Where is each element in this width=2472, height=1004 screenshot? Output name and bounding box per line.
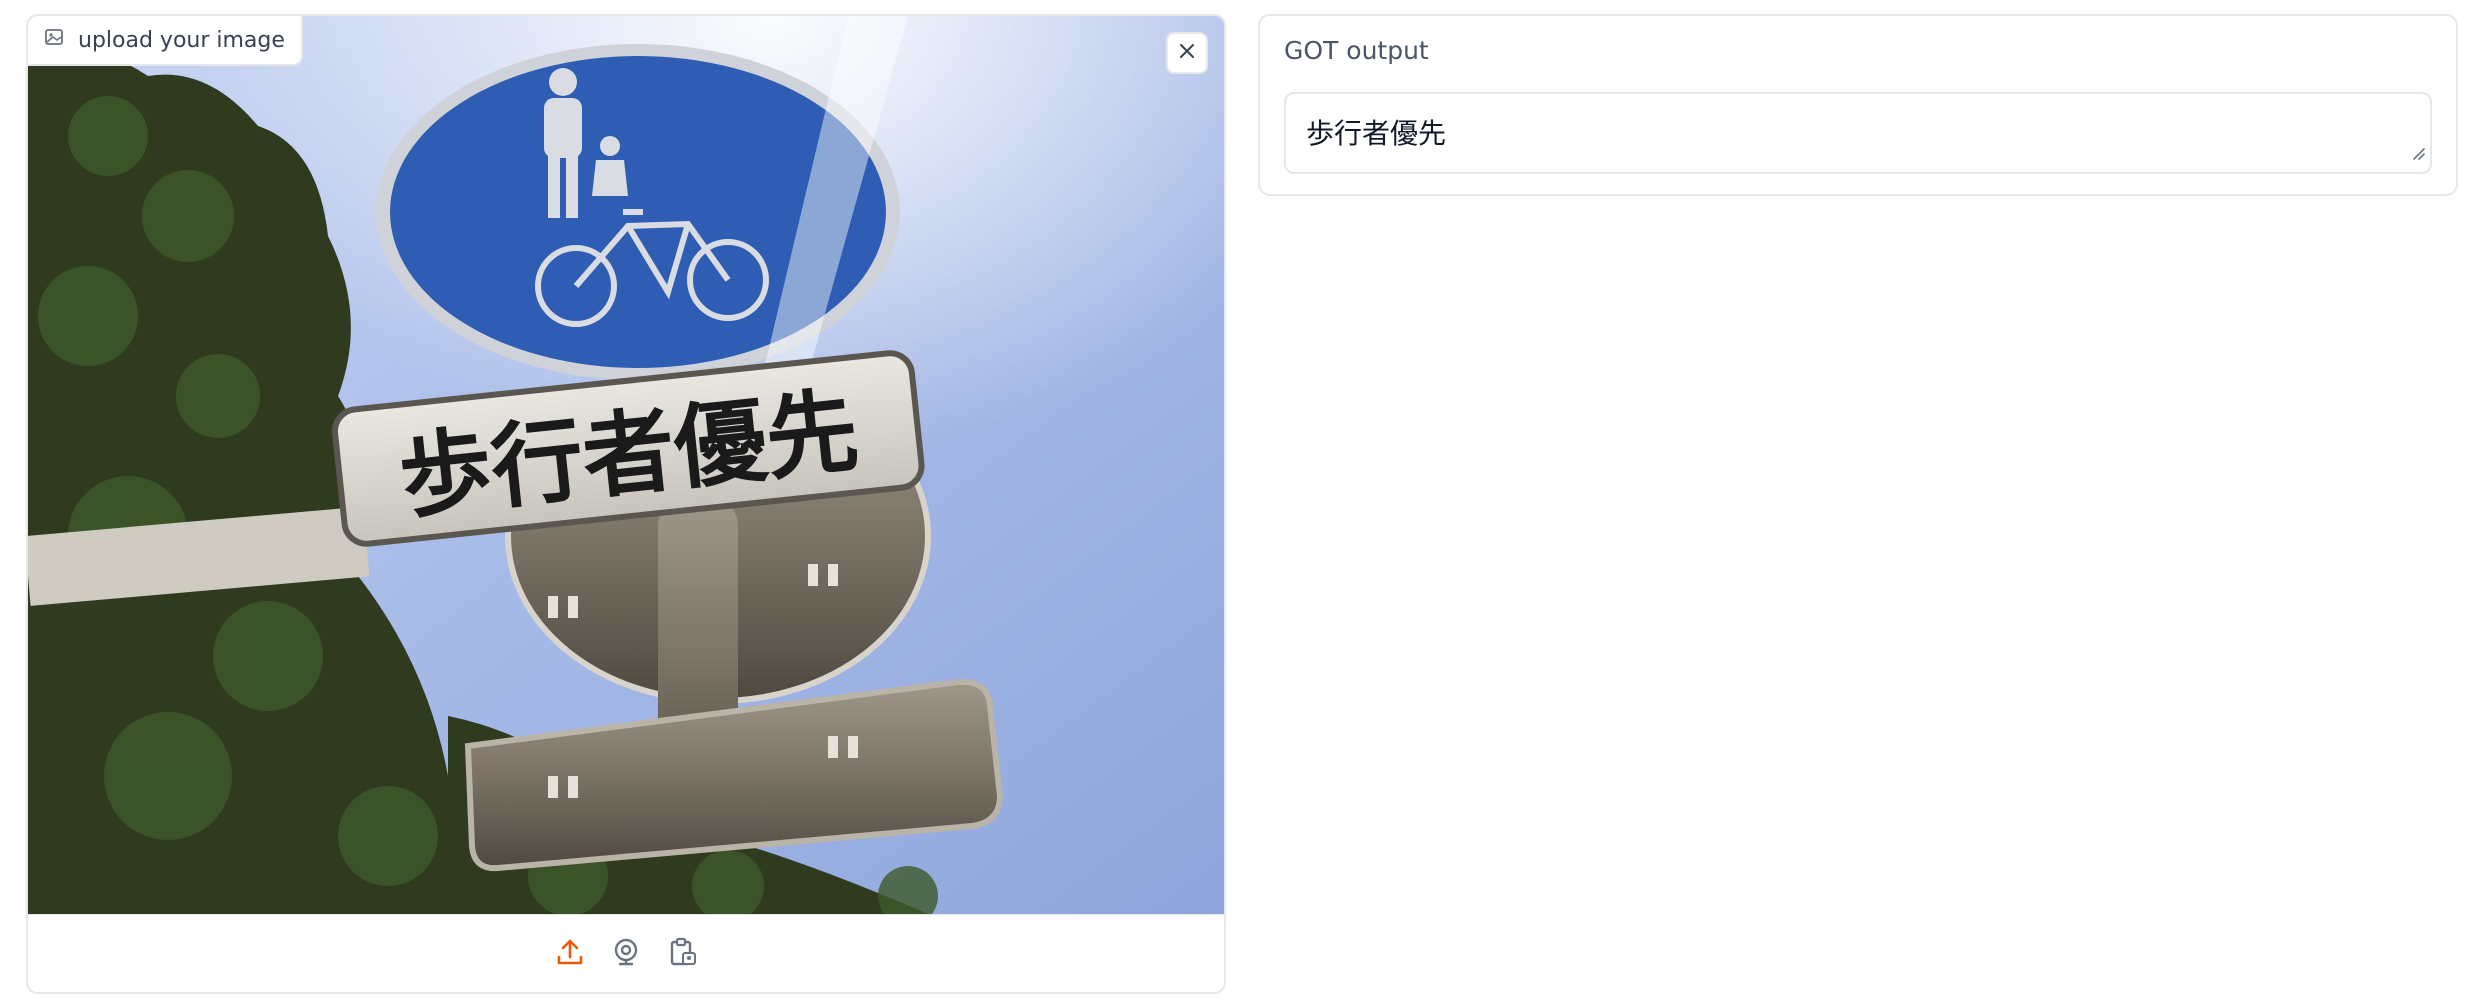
output-text: 歩行者優先 bbox=[1306, 117, 1447, 150]
output-label: GOT output bbox=[1284, 36, 1429, 65]
resize-handle-icon[interactable] bbox=[2410, 135, 2426, 168]
image-source-toolbar bbox=[28, 914, 1224, 992]
clipboard-icon bbox=[667, 937, 697, 971]
clear-image-button[interactable] bbox=[1166, 32, 1208, 74]
output-textbox[interactable]: 歩行者優先 bbox=[1284, 92, 2432, 174]
output-panel: GOT output 歩行者優先 bbox=[1258, 14, 2458, 196]
webcam-icon bbox=[611, 937, 641, 971]
image-input-label-text: upload your image bbox=[78, 27, 285, 53]
upload-icon bbox=[555, 937, 585, 971]
close-icon bbox=[1178, 42, 1196, 64]
uploaded-photo: 歩行者優先 bbox=[28, 16, 1224, 914]
image-icon bbox=[44, 27, 64, 53]
upload-button[interactable] bbox=[553, 937, 587, 971]
webcam-button[interactable] bbox=[609, 937, 643, 971]
paste-clipboard-button[interactable] bbox=[665, 937, 699, 971]
image-input-panel[interactable]: upload your image 歩行者優先 bbox=[26, 14, 1226, 994]
image-input-label: upload your image bbox=[28, 16, 303, 66]
